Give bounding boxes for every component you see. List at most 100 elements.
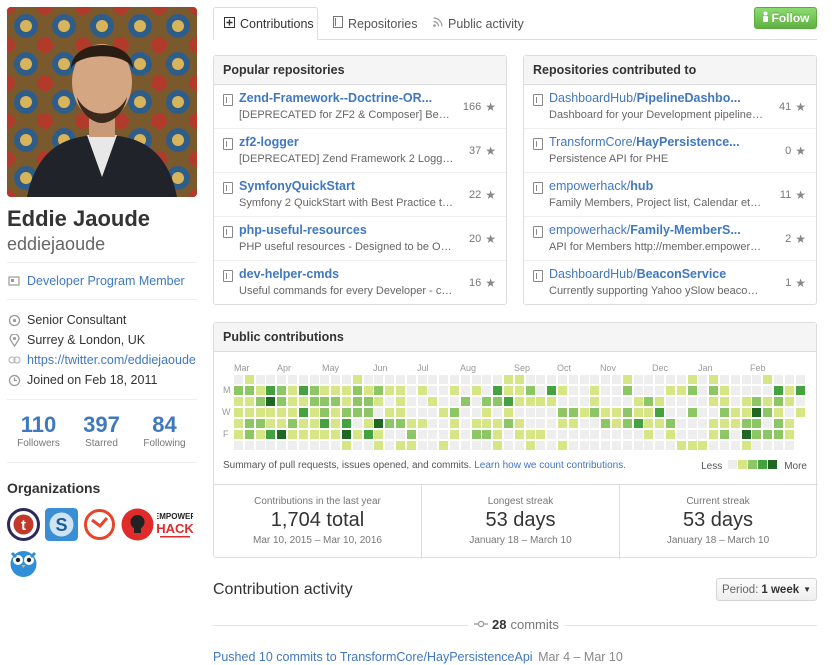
contribution-day-cell[interactable] xyxy=(730,386,740,395)
contribution-day-cell[interactable] xyxy=(417,408,427,417)
contribution-day-cell[interactable] xyxy=(406,408,416,417)
repo-row[interactable]: zf2-logger [DEPRECATED] Zend Framework 2 … xyxy=(214,129,506,173)
contribution-day-cell[interactable] xyxy=(298,375,308,384)
contribution-day-cell[interactable] xyxy=(558,408,567,417)
swirl-org-logo[interactable] xyxy=(83,508,116,541)
contribution-day-cell[interactable] xyxy=(730,375,740,384)
contribution-day-cell[interactable] xyxy=(450,419,459,428)
contribution-day-cell[interactable] xyxy=(633,408,643,417)
contribution-day-cell[interactable] xyxy=(309,441,319,450)
contribution-day-cell[interactable] xyxy=(309,419,319,428)
contribution-day-cell[interactable] xyxy=(579,375,589,384)
contribution-day-cell[interactable] xyxy=(352,375,362,384)
contribution-day-cell[interactable] xyxy=(547,397,557,406)
contribution-day-cell[interactable] xyxy=(277,375,287,384)
contribution-day-cell[interactable] xyxy=(698,419,708,428)
contribution-day-cell[interactable] xyxy=(730,441,740,450)
contribution-day-cell[interactable] xyxy=(536,386,546,395)
contribution-day-cell[interactable] xyxy=(493,375,503,384)
contribution-day-cell[interactable] xyxy=(298,386,308,395)
contribution-day-cell[interactable] xyxy=(752,419,762,428)
contribution-day-cell[interactable] xyxy=(255,408,265,417)
contribution-day-cell[interactable] xyxy=(568,375,578,384)
contribution-day-cell[interactable] xyxy=(601,397,611,406)
contribution-day-cell[interactable] xyxy=(320,375,330,384)
contribution-day-cell[interactable] xyxy=(374,430,384,439)
contribution-day-cell[interactable] xyxy=(676,397,686,406)
contribution-day-cell[interactable] xyxy=(277,386,287,395)
contribution-day-cell[interactable] xyxy=(352,386,362,395)
contribution-day-cell[interactable] xyxy=(288,441,297,450)
contribution-day-cell[interactable] xyxy=(622,441,632,450)
contribution-day-cell[interactable] xyxy=(331,408,341,417)
contribution-day-cell[interactable] xyxy=(406,386,416,395)
contribution-day-cell[interactable] xyxy=(417,375,427,384)
contribution-day-cell[interactable] xyxy=(244,419,254,428)
contribution-day-cell[interactable] xyxy=(309,408,319,417)
contribution-day-cell[interactable] xyxy=(763,375,773,384)
contribution-day-cell[interactable] xyxy=(352,441,362,450)
contribution-day-cell[interactable] xyxy=(234,441,243,450)
contribution-day-cell[interactable] xyxy=(244,397,254,406)
contribution-day-cell[interactable] xyxy=(644,386,654,395)
contribution-day-cell[interactable] xyxy=(385,408,395,417)
contribution-day-cell[interactable] xyxy=(277,419,287,428)
contribution-day-cell[interactable] xyxy=(320,441,330,450)
contribution-day-cell[interactable] xyxy=(396,397,405,406)
contribution-day-cell[interactable] xyxy=(698,375,708,384)
contribution-day-cell[interactable] xyxy=(460,430,470,439)
contribution-day-cell[interactable] xyxy=(622,386,632,395)
contribution-day-cell[interactable] xyxy=(547,375,557,384)
contribution-day-cell[interactable] xyxy=(547,419,557,428)
contribution-day-cell[interactable] xyxy=(763,408,773,417)
contribution-day-cell[interactable] xyxy=(266,408,276,417)
contribution-day-cell[interactable] xyxy=(417,397,427,406)
contribution-day-cell[interactable] xyxy=(255,397,265,406)
contribution-day-cell[interactable] xyxy=(676,419,686,428)
tab-repositories[interactable]: Repositories xyxy=(323,7,427,40)
contribution-day-cell[interactable] xyxy=(266,397,276,406)
owl-org-logo[interactable] xyxy=(7,545,40,578)
contribution-day-cell[interactable] xyxy=(676,375,686,384)
contribution-day-cell[interactable] xyxy=(450,386,459,395)
contribution-day-cell[interactable] xyxy=(331,397,341,406)
contribution-day-cell[interactable] xyxy=(536,441,546,450)
contribution-day-cell[interactable] xyxy=(666,386,675,395)
contribution-day-cell[interactable] xyxy=(590,408,600,417)
contribution-day-cell[interactable] xyxy=(774,419,783,428)
contribution-day-cell[interactable] xyxy=(763,397,773,406)
repo-name-link[interactable]: DashboardHub/PipelineDashbo... xyxy=(549,91,759,105)
contribution-day-cell[interactable] xyxy=(741,419,751,428)
repo-name-link[interactable]: DashboardHub/BeaconService xyxy=(549,267,759,281)
contribution-day-cell[interactable] xyxy=(644,430,654,439)
repo-row[interactable]: dev-helper-cmds Useful commands for every… xyxy=(214,261,506,305)
contribution-day-cell[interactable] xyxy=(622,408,632,417)
contribution-day-cell[interactable] xyxy=(784,430,794,439)
contribution-day-cell[interactable] xyxy=(374,386,384,395)
contribution-day-cell[interactable] xyxy=(514,441,524,450)
contribution-day-cell[interactable] xyxy=(590,375,600,384)
contribution-day-cell[interactable] xyxy=(601,375,611,384)
contribution-day-cell[interactable] xyxy=(493,386,503,395)
contribution-day-cell[interactable] xyxy=(288,375,297,384)
contribution-day-cell[interactable] xyxy=(460,441,470,450)
commits-summary[interactable]: 28 commits xyxy=(468,617,565,632)
contribution-day-cell[interactable] xyxy=(568,397,578,406)
contribution-day-cell[interactable] xyxy=(676,441,686,450)
contribution-day-cell[interactable] xyxy=(439,441,449,450)
contribution-day-cell[interactable] xyxy=(644,397,654,406)
contribution-day-cell[interactable] xyxy=(266,375,276,384)
contribution-day-cell[interactable] xyxy=(698,441,708,450)
contribution-day-cell[interactable] xyxy=(644,408,654,417)
contribution-day-cell[interactable] xyxy=(601,419,611,428)
contribution-day-cell[interactable] xyxy=(428,386,438,395)
contribution-day-cell[interactable] xyxy=(374,375,384,384)
contribution-day-cell[interactable] xyxy=(298,430,308,439)
contribution-day-cell[interactable] xyxy=(428,419,438,428)
contribution-day-cell[interactable] xyxy=(277,430,287,439)
contribution-day-cell[interactable] xyxy=(514,419,524,428)
contribution-day-cell[interactable] xyxy=(439,419,449,428)
contribution-day-cell[interactable] xyxy=(363,430,373,439)
bulb-org-logo[interactable] xyxy=(121,508,154,541)
contribution-day-cell[interactable] xyxy=(784,386,794,395)
